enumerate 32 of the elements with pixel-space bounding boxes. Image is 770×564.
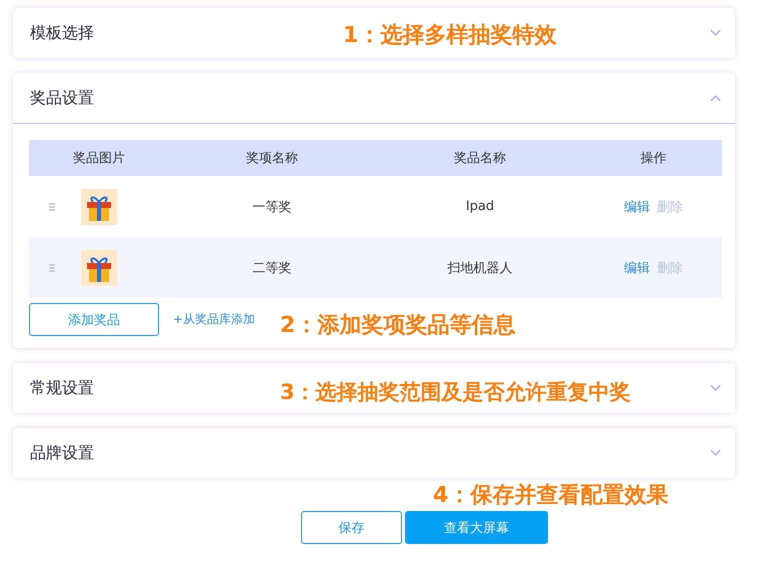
action-link: 删除 xyxy=(657,260,683,276)
column-header: 奖品图片 xyxy=(72,150,126,167)
column-header: 奖项名称 xyxy=(245,150,299,167)
column-header: 奖品名称 xyxy=(453,150,507,167)
annotation-text: 3：选择抽奖范围及是否允许重复中奖 xyxy=(280,379,631,406)
column-header: 操作 xyxy=(640,150,668,167)
annotation-text: 2：添加奖项奖品等信息 xyxy=(280,312,516,340)
gift-box-icon xyxy=(81,250,117,286)
action-link[interactable]: 编辑 xyxy=(624,198,650,216)
table-cell-text: 扫地机器人 xyxy=(446,260,514,276)
table-cell-text: 一等奖 xyxy=(252,198,292,216)
table-cell-text: 二等奖 xyxy=(252,260,292,276)
annotation-text: 1：选择多样抽奖特效 xyxy=(343,22,556,50)
chevron-up-icon[interactable] xyxy=(710,94,721,102)
gift-box-icon xyxy=(81,188,117,224)
add-from-library-link[interactable]: +从奖品库添加 xyxy=(173,311,256,328)
drag-handle-icon[interactable] xyxy=(49,202,55,210)
save-button[interactable]: 保存 xyxy=(301,511,402,544)
panel-title[interactable]: 奖品设置 xyxy=(30,88,94,108)
annotation-text: 4：保存并查看配置效果 xyxy=(433,482,668,510)
panel-title[interactable]: 常规设置 xyxy=(30,378,94,398)
chevron-down-icon[interactable] xyxy=(710,384,721,392)
add-prize-button[interactable]: 添加奖品 xyxy=(29,303,159,336)
drag-handle-icon[interactable] xyxy=(49,264,55,272)
table-cell-text: Ipad xyxy=(464,199,496,214)
panel-title[interactable]: 品牌设置 xyxy=(30,442,94,464)
action-link[interactable]: 编辑 xyxy=(624,258,650,276)
view-big-screen-button[interactable]: 查看大屏幕 xyxy=(405,511,548,544)
chevron-down-icon[interactable] xyxy=(710,449,721,457)
chevron-down-icon[interactable] xyxy=(710,29,721,37)
panel-title[interactable]: 模板选择 xyxy=(30,22,94,44)
action-link: 删除 xyxy=(657,198,683,216)
